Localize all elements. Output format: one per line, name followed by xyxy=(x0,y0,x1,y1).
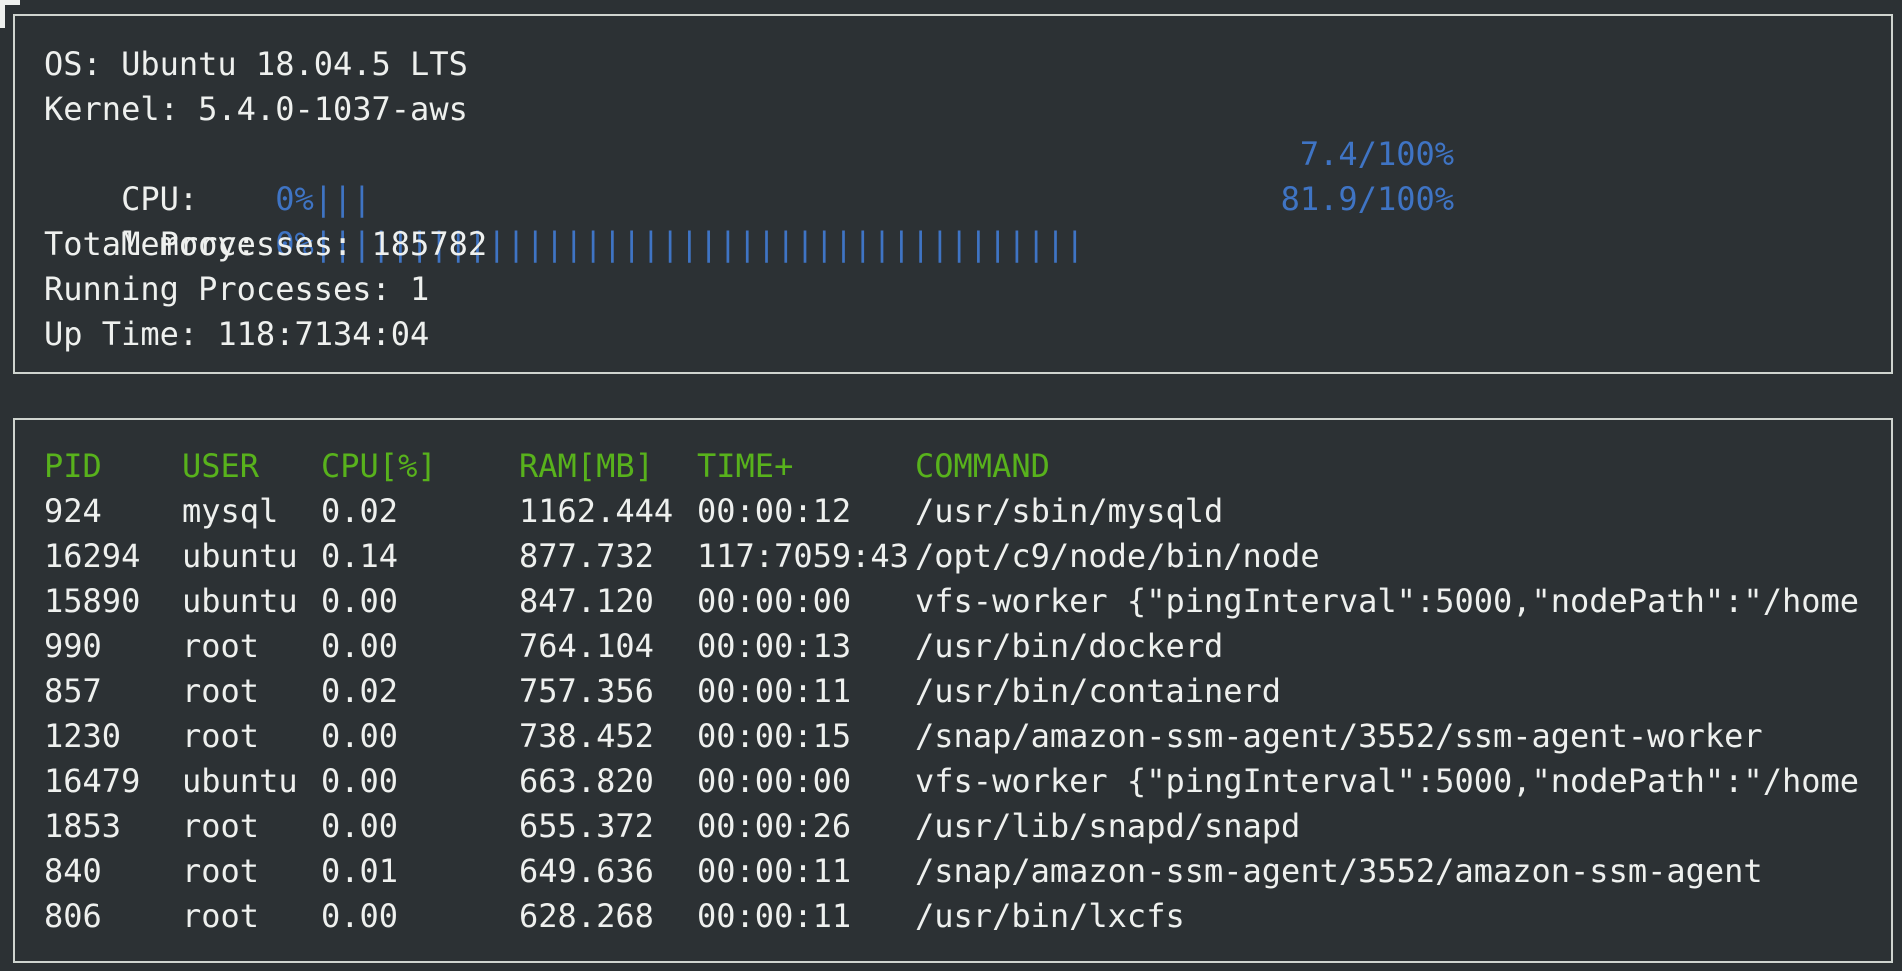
header-command: COMMAND xyxy=(915,447,1050,485)
kernel-label: Kernel: xyxy=(44,90,199,128)
cell-time: 117:7059:43 xyxy=(697,537,909,575)
cell-ram: 757.356 xyxy=(519,672,654,710)
cell-ram: 764.104 xyxy=(519,627,654,665)
cell-user: root xyxy=(182,672,260,710)
cell-cpu: 0.02 xyxy=(321,492,399,530)
uptime-line: Up Time: 118:7134:04 xyxy=(44,312,429,357)
cell-user: ubuntu xyxy=(182,582,298,620)
cell-user: ubuntu xyxy=(182,762,298,800)
header-user: USER xyxy=(182,447,260,485)
os-label: OS: xyxy=(44,45,122,83)
total-processes-line: Total Processes: 185782 xyxy=(44,222,487,267)
table-row: 16294 ubuntu 0.14 877.732 117:7059:43/opt/c9… xyxy=(44,534,1891,579)
cell-cpu: 0.00 xyxy=(321,762,399,800)
cell-pid: 16294 xyxy=(44,537,141,575)
cell-command: /snap/amazon-ssm-agent/3552/amazon-ssm-a… xyxy=(915,852,1763,890)
cell-ram: 663.820 xyxy=(519,762,654,800)
cell-time: 00:00:11 xyxy=(697,852,852,890)
cpu-line: CPU: 0%||| 7.4/100% xyxy=(44,132,1454,218)
cell-pid: 15890 xyxy=(44,582,141,620)
kernel-value: 5.4.0-1037-aws xyxy=(198,90,468,128)
cell-time: 00:00:11 xyxy=(697,897,852,935)
cell-time: 00:00:00 xyxy=(697,762,852,800)
header-ram: RAM[MB] xyxy=(519,447,654,485)
cell-ram: 738.452 xyxy=(519,717,654,755)
table-row: 15890 ubuntu 0.00 847.120 00:00:00 vfs-worker… xyxy=(44,579,1891,624)
process-table-header: PID USER CPU[%] RAM[MB] TIME+ COMMAND xyxy=(44,444,1891,489)
cell-cpu: 0.00 xyxy=(321,717,399,755)
memory-usage-value: 81.9/100% xyxy=(1280,180,1454,218)
cell-pid: 1853 xyxy=(44,807,122,845)
cell-pid: 806 xyxy=(44,897,102,935)
cell-pid: 857 xyxy=(44,672,102,710)
header-cpu: CPU[%] xyxy=(321,447,437,485)
cpu-usage-value: 7.4/100% xyxy=(1299,135,1454,173)
cell-ram: 628.268 xyxy=(519,897,654,935)
kernel-line: Kernel: 5.4.0-1037-aws xyxy=(44,87,468,132)
cell-command: /usr/sbin/mysqld xyxy=(915,492,1224,530)
cell-ram: 655.372 xyxy=(519,807,654,845)
cell-user: root xyxy=(182,717,260,755)
table-row: 1853 root 0.00 655.372 00:00:26/usr/lib/snap… xyxy=(44,804,1891,849)
cell-pid: 1230 xyxy=(44,717,122,755)
cell-command: vfs-worker {"pingInterval":5000,"nodePat… xyxy=(915,582,1860,620)
table-row: 806 root 0.00 628.268 00:00:11/usr/bin/lxcfs xyxy=(44,894,1891,939)
table-row: 16479 ubuntu 0.00 663.820 00:00:00 vfs-worker… xyxy=(44,759,1891,804)
cell-pid: 840 xyxy=(44,852,102,890)
process-table-panel: PID USER CPU[%] RAM[MB] TIME+ COMMAND 92… xyxy=(13,418,1893,963)
cell-ram: 847.120 xyxy=(519,582,654,620)
os-value: Ubuntu 18.04.5 LTS xyxy=(121,45,468,83)
cell-user: ubuntu xyxy=(182,537,298,575)
memory-line: Memory: 0%||||||||||||||||||||||||||||||… xyxy=(44,177,1454,263)
cell-cpu: 0.00 xyxy=(321,897,399,935)
table-row: 990 root 0.00 764.104 00:00:13/usr/bin/docke… xyxy=(44,624,1891,669)
running-processes-label: Running Processes: xyxy=(44,270,411,308)
os-line: OS: Ubuntu 18.04.5 LTS xyxy=(44,42,468,87)
uptime-value: 118:7134:04 xyxy=(217,315,430,353)
cell-cpu: 0.01 xyxy=(321,852,399,890)
table-row: 857 root 0.02 757.356 00:00:11/usr/bin/conta… xyxy=(44,669,1891,714)
running-processes-value: 1 xyxy=(410,270,430,308)
cell-cpu: 0.02 xyxy=(321,672,399,710)
header-pid: PID xyxy=(44,447,102,485)
table-row: 1230 root 0.00 738.452 00:00:15/snap/amazon-… xyxy=(44,714,1891,759)
cell-command: /usr/bin/containerd xyxy=(915,672,1282,710)
header-time: TIME+ xyxy=(697,447,794,485)
total-processes-value: 185782 xyxy=(371,225,488,263)
cell-command: /usr/lib/snapd/snapd xyxy=(915,807,1301,845)
cell-user: root xyxy=(182,807,260,845)
cell-command: vfs-worker {"pingInterval":5000,"nodePat… xyxy=(915,762,1860,800)
cell-pid: 16479 xyxy=(44,762,141,800)
cell-command: /snap/amazon-ssm-agent/3552/ssm-agent-wo… xyxy=(915,717,1763,755)
cell-time: 00:00:12 xyxy=(697,492,852,530)
cell-cpu: 0.00 xyxy=(321,807,399,845)
cell-command: /usr/bin/lxcfs xyxy=(915,897,1185,935)
cell-user: root xyxy=(182,627,260,665)
cell-user: root xyxy=(182,897,260,935)
cell-user: mysql xyxy=(182,492,279,530)
cell-command: /usr/bin/dockerd xyxy=(915,627,1224,665)
cell-pid: 924 xyxy=(44,492,102,530)
uptime-label: Up Time: xyxy=(44,315,218,353)
cell-time: 00:00:00 xyxy=(697,582,852,620)
cell-ram: 877.732 xyxy=(519,537,654,575)
cell-pid: 990 xyxy=(44,627,102,665)
table-row: 924 mysql 0.02 1162.444 00:00:12/usr/sbin/my… xyxy=(44,489,1891,534)
cell-cpu: 0.14 xyxy=(321,537,399,575)
cell-time: 00:00:26 xyxy=(697,807,852,845)
cell-time: 00:00:13 xyxy=(697,627,852,665)
system-info-panel: OS: Ubuntu 18.04.5 LTS Kernel: 5.4.0-103… xyxy=(13,14,1893,374)
cell-time: 00:00:15 xyxy=(697,717,852,755)
cell-user: root xyxy=(182,852,260,890)
table-row: 840 root 0.01 649.636 00:00:11/snap/amazon-s… xyxy=(44,849,1891,894)
running-processes-line: Running Processes: 1 xyxy=(44,267,429,312)
cell-command: /opt/c9/node/bin/node xyxy=(915,537,1320,575)
cell-time: 00:00:11 xyxy=(697,672,852,710)
cell-cpu: 0.00 xyxy=(321,627,399,665)
cell-ram: 649.636 xyxy=(519,852,654,890)
total-processes-label: Total Processes: xyxy=(44,225,372,263)
cell-cpu: 0.00 xyxy=(321,582,399,620)
cell-ram: 1162.444 xyxy=(519,492,674,530)
